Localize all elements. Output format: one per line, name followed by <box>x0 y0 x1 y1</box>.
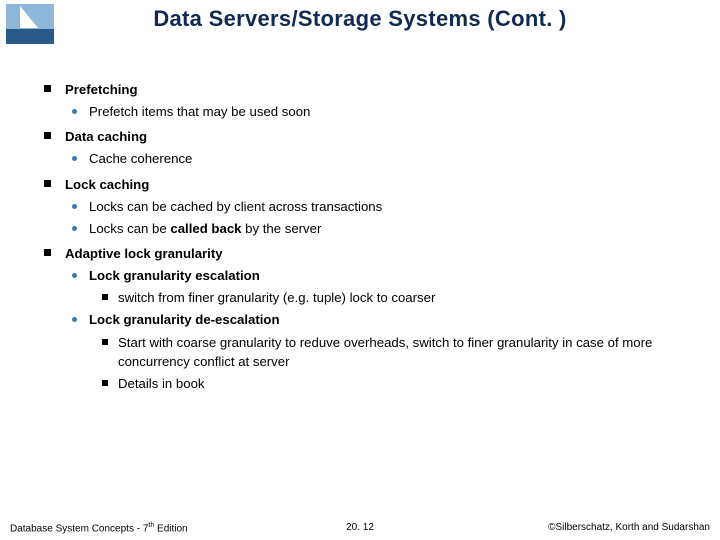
bullet-text: Locks can be cached by client across tra… <box>89 197 382 216</box>
subitem: Prefetch items that may be used soon <box>72 102 690 121</box>
square-bullet-icon <box>102 380 108 386</box>
bullet-text: Prefetch items that may be used soon <box>89 102 310 121</box>
subitem: Locks can be cached by client across tra… <box>72 197 690 216</box>
sub-subitem: switch from finer granularity (e.g. tupl… <box>102 288 690 307</box>
bullet-lock-caching: Lock caching Locks can be cached by clie… <box>44 175 690 238</box>
sub-subitem: Start with coarse granularity to reduve … <box>102 333 690 371</box>
footer-copyright: ©Silberschatz, Korth and Sudarshan <box>548 522 710 534</box>
bullet-head: Adaptive lock granularity <box>65 244 223 263</box>
dot-icon <box>72 109 77 114</box>
square-bullet-icon <box>44 85 51 92</box>
slide: Data Servers/Storage Systems (Cont. ) Pr… <box>0 0 720 540</box>
bullet-text: Locks can be called back by the server <box>89 219 321 238</box>
dot-icon <box>72 156 77 161</box>
dot-icon <box>72 204 77 209</box>
dot-icon <box>72 317 77 322</box>
dot-icon <box>72 226 77 231</box>
bullet-text: Lock granularity de-escalation <box>89 310 280 329</box>
square-bullet-icon <box>102 294 108 300</box>
subitem: Cache coherence <box>72 149 690 168</box>
sub-subitem: Details in book <box>102 374 690 393</box>
bullet-head: Prefetching <box>65 80 138 99</box>
footer-page-number: 20. 12 <box>346 522 374 533</box>
bullet-prefetching: Prefetching Prefetch items that may be u… <box>44 80 690 121</box>
slide-title: Data Servers/Storage Systems (Cont. ) <box>0 6 720 32</box>
subitem: Locks can be called back by the server <box>72 219 690 238</box>
subitem-escalation: Lock granularity escalation switch from … <box>72 266 690 307</box>
footer-left: Database System Concepts - 7th Edition <box>10 522 188 534</box>
subitem-deescalation: Lock granularity de-escalation Start wit… <box>72 310 690 393</box>
content-area: Prefetching Prefetch items that may be u… <box>44 80 690 399</box>
bullet-text: Details in book <box>118 374 205 393</box>
bullet-head: Data caching <box>65 127 147 146</box>
square-bullet-icon <box>44 180 51 187</box>
bullet-text: Cache coherence <box>89 149 192 168</box>
dot-icon <box>72 273 77 278</box>
bullet-text: Lock granularity escalation <box>89 266 260 285</box>
bullet-adaptive-lock: Adaptive lock granularity Lock granulari… <box>44 244 690 393</box>
footer: Database System Concepts - 7th Edition 2… <box>0 522 720 534</box>
bullet-head: Lock caching <box>65 175 149 194</box>
square-bullet-icon <box>44 249 51 256</box>
bullet-text: Start with coarse granularity to reduve … <box>118 333 690 371</box>
bullet-text: switch from finer granularity (e.g. tupl… <box>118 288 435 307</box>
square-bullet-icon <box>44 132 51 139</box>
bullet-data-caching: Data caching Cache coherence <box>44 127 690 168</box>
square-bullet-icon <box>102 339 108 345</box>
